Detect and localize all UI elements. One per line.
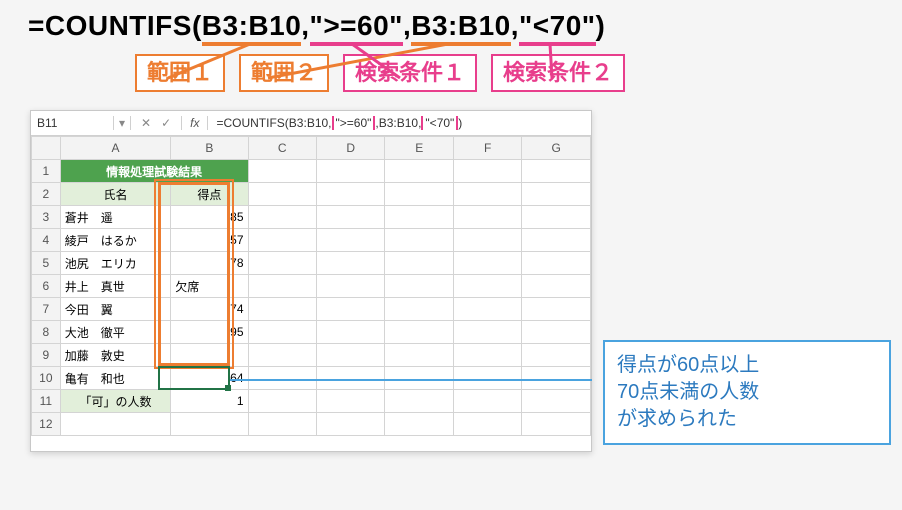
labels-row: 範囲１ 範囲２ 検索条件１ 検索条件２ (135, 54, 892, 110)
table-row: 7 今田 翼 74 (32, 298, 591, 321)
cell-name[interactable]: 大池 徹平 (60, 321, 170, 344)
criteria1-token: ">=60" (310, 10, 403, 46)
cell-score[interactable] (171, 344, 248, 367)
range1-token: B3:B10 (202, 10, 301, 46)
label-range2: 範囲２ (239, 54, 329, 92)
spreadsheet-window: B11 ▾ ✕ ✓ fx =COUNTIFS(B3:B10,">=60",B3:… (30, 110, 592, 452)
col-header[interactable]: F (453, 137, 521, 160)
cell-name[interactable]: 池尻 エリカ (60, 252, 170, 275)
cell-score[interactable]: 欠席 (171, 275, 248, 298)
formula-bar-icons: ✕ ✓ (131, 116, 182, 130)
formula-bar-row: B11 ▾ ✕ ✓ fx =COUNTIFS(B3:B10,">=60",B3:… (31, 111, 591, 136)
col-header[interactable]: D (317, 137, 385, 160)
cell-name[interactable]: 井上 真世 (60, 275, 170, 298)
col-header[interactable]: A (60, 137, 170, 160)
cell-name[interactable]: 綾戸 はるか (60, 229, 170, 252)
cell-score[interactable]: 95 (171, 321, 248, 344)
cell-score[interactable]: 64 (171, 367, 248, 390)
cell-score[interactable]: 85 (171, 206, 248, 229)
col-header[interactable]: B (171, 137, 248, 160)
range2-token: B3:B10 (411, 10, 510, 46)
criteria2-token: "<70" (519, 10, 596, 46)
table-row: 5 池尻 エリカ 78 (32, 252, 591, 275)
cell-name[interactable]: 蒼井 遥 (60, 206, 170, 229)
col-header[interactable]: E (385, 137, 453, 160)
criteria1-highlight: ">=60" (332, 116, 376, 130)
cell-score[interactable]: 78 (171, 252, 248, 275)
cancel-icon[interactable]: ✕ (141, 116, 151, 130)
col-header[interactable]: G (522, 137, 591, 160)
label-range1: 範囲１ (135, 54, 225, 92)
cell-name[interactable]: 加藤 敦史 (60, 344, 170, 367)
result-row: 11 「可」の人数 1 (32, 390, 591, 413)
table-title[interactable]: 情報処理試験結果 (60, 160, 248, 183)
namebox-dropdown-icon[interactable]: ▾ (114, 116, 131, 130)
row-header[interactable]: 1 (32, 160, 61, 183)
header-name[interactable]: 氏名 (60, 183, 170, 206)
table-row: 6 井上 真世 欠席 (32, 275, 591, 298)
cell-score[interactable]: 74 (171, 298, 248, 321)
column-header-row: A B C D E F G (32, 137, 591, 160)
table-row: 9 加藤 敦史 (32, 344, 591, 367)
formula-bar[interactable]: =COUNTIFS(B3:B10,">=60",B3:B10,"<70") (208, 116, 591, 130)
name-box[interactable]: B11 (31, 116, 114, 130)
fx-icon[interactable]: fx (182, 116, 208, 130)
confirm-icon[interactable]: ✓ (161, 116, 171, 130)
result-label[interactable]: 「可」の人数 (60, 390, 170, 413)
table-row: 10 亀有 和也 64 (32, 367, 591, 390)
label-crit2: 検索条件２ (491, 54, 625, 92)
label-crit1: 検索条件１ (343, 54, 477, 92)
col-header[interactable]: C (248, 137, 316, 160)
result-value[interactable]: 1 (171, 390, 248, 413)
row-header[interactable]: 2 (32, 183, 61, 206)
cell-name[interactable]: 亀有 和也 (60, 367, 170, 390)
spreadsheet-grid[interactable]: A B C D E F G 1 情報処理試験結果 2 氏名 得点 3 蒼井 遥 … (31, 136, 591, 436)
table-row: 3 蒼井 遥 85 (32, 206, 591, 229)
result-callout: 得点が60点以上 70点未満の人数 が求められた (603, 340, 891, 445)
table-row: 4 綾戸 はるか 57 (32, 229, 591, 252)
header-score[interactable]: 得点 (171, 183, 248, 206)
table-row: 8 大池 徹平 95 (32, 321, 591, 344)
cell-name[interactable]: 今田 翼 (60, 298, 170, 321)
cell-score[interactable]: 57 (171, 229, 248, 252)
criteria2-highlight: "<70" (421, 116, 458, 130)
select-all-corner[interactable] (32, 137, 61, 160)
formula-display: =COUNTIFS(B3:B10,">=60",B3:B10,"<70") (28, 10, 892, 42)
